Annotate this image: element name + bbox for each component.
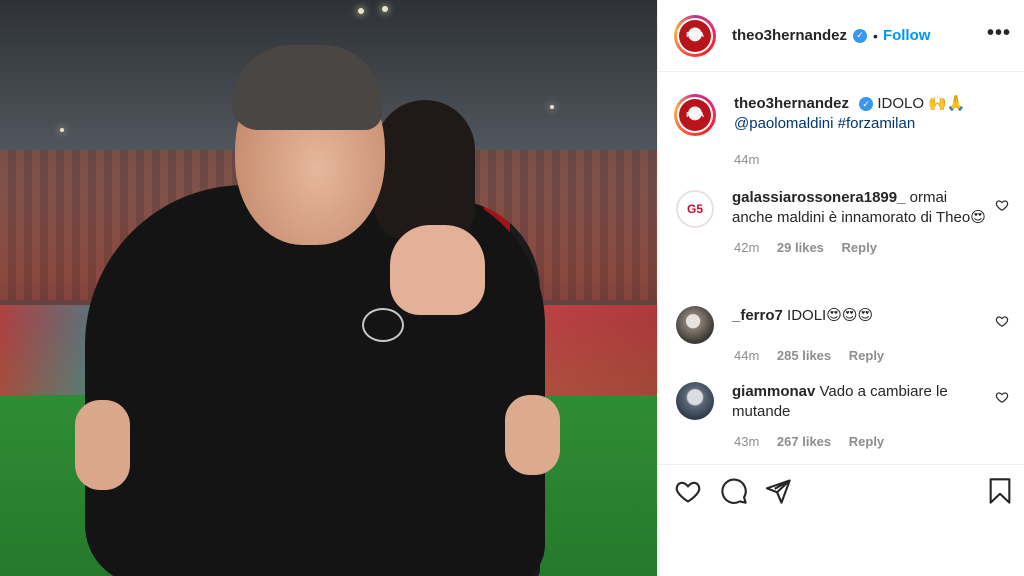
- caption-avatar-image: PàNA: [679, 99, 711, 131]
- comment-like-heart-icon[interactable]: [995, 314, 1009, 328]
- post-caption: PàNA theo3hernandez ✓ IDOLO 🙌🙏 @paolomal…: [674, 94, 1009, 167]
- separator-dot: •: [873, 27, 878, 44]
- comment-item: G5 galassiarossonera1899_ ormai anche ma…: [674, 188, 1009, 255]
- comment-meta: 43m 267 likes Reply: [734, 434, 1009, 449]
- comment-like-heart-icon[interactable]: [995, 390, 1009, 404]
- comment-body: IDOLI😍😍😍: [787, 307, 874, 324]
- caption-meta: 44m: [734, 152, 1009, 167]
- author-avatar[interactable]: PàNA: [674, 14, 716, 57]
- comment-item: giammonav Vado a cambiare le mutande 43m…: [674, 380, 1009, 449]
- reply-button[interactable]: Reply: [849, 348, 884, 363]
- comment-meta: 42m 29 likes Reply: [734, 240, 1009, 255]
- heart-icon[interactable]: [674, 477, 702, 505]
- author-username[interactable]: theo3hernandez: [732, 27, 847, 44]
- comment-username[interactable]: giammonav: [732, 383, 815, 400]
- comment-text: galassiarossonera1899_ ormai anche maldi…: [732, 188, 987, 228]
- comment-likes[interactable]: 285 likes: [777, 348, 831, 363]
- commenter-avatar[interactable]: [676, 382, 714, 420]
- comment-item: _ferro7 IDOLI😍😍😍 44m 285 likes Reply: [674, 304, 1009, 363]
- comment-time[interactable]: 42m: [734, 240, 759, 255]
- post-actions-bar: [658, 464, 1024, 576]
- caption-text: theo3hernandez ✓ IDOLO 🙌🙏 @paolomaldini …: [734, 94, 966, 136]
- hand-right: [505, 395, 560, 475]
- bookmark-icon[interactable]: [986, 477, 1014, 505]
- commenter-avatar[interactable]: G5: [676, 190, 714, 228]
- verified-badge-icon: ✓: [859, 97, 874, 111]
- comment-icon[interactable]: [720, 477, 748, 505]
- caption-avatar[interactable]: PàNA: [674, 94, 716, 136]
- commenter-avatar[interactable]: [676, 306, 714, 344]
- comment-username[interactable]: galassiarossonera1899_: [732, 189, 905, 206]
- post-photo[interactable]: [0, 0, 657, 576]
- verified-badge-icon: ✓: [853, 28, 868, 43]
- comment-meta: 44m 285 likes Reply: [734, 348, 1009, 363]
- comment-likes[interactable]: 29 likes: [777, 240, 824, 255]
- caption-hashtag[interactable]: #forzamilan: [838, 115, 916, 132]
- comments-section[interactable]: PàNA theo3hernandez ✓ IDOLO 🙌🙏 @paolomal…: [658, 72, 1024, 464]
- post-header: PàNA theo3hernandez ✓ • Follow •••: [658, 0, 1024, 72]
- more-horizontal-icon[interactable]: •••: [987, 22, 1011, 45]
- caption-time[interactable]: 44m: [734, 152, 759, 167]
- hand-on-shoulder: [390, 225, 485, 315]
- comment-time[interactable]: 43m: [734, 434, 759, 449]
- author-avatar-image: PàNA: [679, 19, 711, 52]
- share-icon[interactable]: [764, 477, 792, 505]
- follow-button[interactable]: Follow: [883, 27, 931, 44]
- player-head: [375, 100, 475, 240]
- club-crest: [362, 308, 404, 342]
- reply-button[interactable]: Reply: [842, 240, 877, 255]
- post-side-panel: PàNA theo3hernandez ✓ • Follow ••• PàNA …: [657, 0, 1024, 576]
- reply-button[interactable]: Reply: [849, 434, 884, 449]
- comment-text: giammonav Vado a cambiare le mutande: [732, 380, 987, 422]
- comment-username[interactable]: _ferro7: [732, 307, 783, 324]
- grey-hair: [232, 45, 382, 130]
- comment-time[interactable]: 44m: [734, 348, 759, 363]
- caption-line: IDOLO 🙌🙏: [877, 95, 966, 112]
- comment-like-heart-icon[interactable]: [995, 198, 1009, 212]
- comment-likes[interactable]: 267 likes: [777, 434, 831, 449]
- caption-mention[interactable]: @paolomaldini: [734, 115, 833, 132]
- commenter-avatar-logo: G5: [686, 202, 703, 216]
- comment-text: _ferro7 IDOLI😍😍😍: [732, 304, 987, 344]
- hand-left: [75, 400, 130, 490]
- caption-username[interactable]: theo3hernandez: [734, 95, 849, 112]
